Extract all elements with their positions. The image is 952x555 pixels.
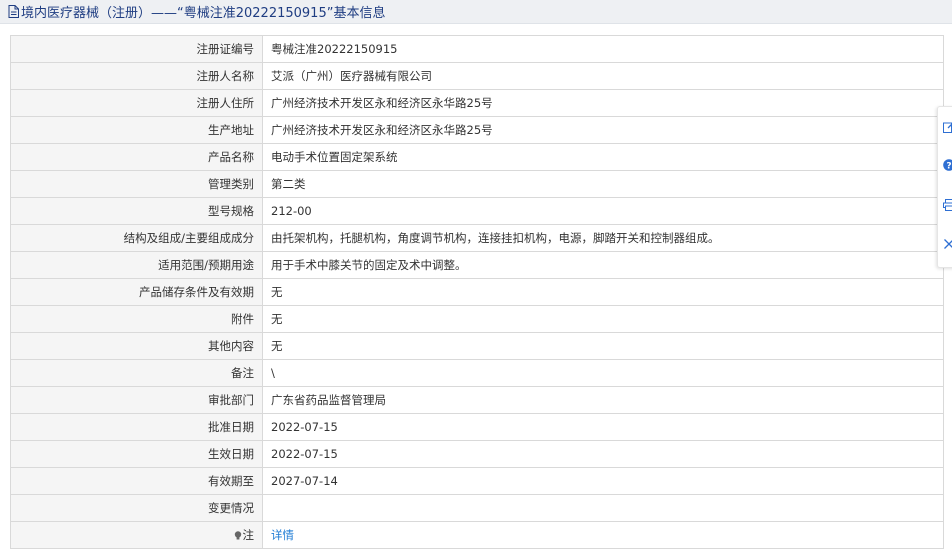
row-label: 管理类别 [10,170,263,198]
svg-text:?: ? [946,161,951,171]
row-value: 广东省药品监督管理局 [262,386,944,414]
table-row: 批准日期 2022-07-15 [10,413,944,441]
document-icon [8,5,19,18]
row-value: 2027-07-14 [262,467,944,495]
table-row: 适用范围/预期用途 用于手术中膝关节的固定及术中调整。 [10,251,944,279]
print-icon[interactable] [943,199,952,211]
note-label-cell: 注 [10,521,263,549]
note-value-cell: 详情 [262,521,944,549]
table-row: 变更情况 [10,494,944,522]
row-value: 电动手术位置固定架系统 [262,143,944,171]
table-row: 结构及组成/主要组成成分 由托架机构，托腿机构，角度调节机构，连接挂扣机构，电源，… [10,224,944,252]
row-label: 有效期至 [10,467,263,495]
row-value: 粤械注准20222150915 [262,35,944,63]
row-label: 生效日期 [10,440,263,468]
note-row: 注 详情 [10,521,944,549]
details-link[interactable]: 详情 [271,528,294,542]
table-row: 有效期至 2027-07-14 [10,467,944,495]
table-row: 生效日期 2022-07-15 [10,440,944,468]
row-label: 附件 [10,305,263,333]
table-row: 注册人住所 广州经济技术开发区永和经济区永华路25号 [10,89,944,117]
row-value: 无 [262,305,944,333]
row-value: 艾派（广州）医疗器械有限公司 [262,62,944,90]
table-row: 生产地址 广州经济技术开发区永和经济区永华路25号 [10,116,944,144]
note-label: 注 [242,528,255,542]
page-title-bar: 境内医疗器械（注册）——“粤械注准20222150915”基本信息 [0,0,952,24]
table-row: 审批部门 广东省药品监督管理局 [10,386,944,414]
table-row: 附件无 [10,305,944,333]
row-label: 批准日期 [10,413,263,441]
row-label: 产品名称 [10,143,263,171]
page-title: 境内医疗器械（注册）——“粤械注准20222150915”基本信息 [21,6,386,21]
row-label: 结构及组成/主要组成成分 [10,224,263,252]
row-label: 型号规格 [10,197,263,225]
row-value: 2022-07-15 [262,413,944,441]
row-value: 由托架机构，托腿机构，角度调节机构，连接挂扣机构，电源，脚踏开关和控制器组成。 [262,224,944,252]
table-row: 备注 \ [10,359,944,387]
row-value: 广州经济技术开发区永和经济区永华路25号 [262,89,944,117]
row-label: 其他内容 [10,332,263,360]
row-value: 第二类 [262,170,944,198]
lightbulb-icon [234,531,241,540]
table-row: 注册人名称 艾派（广州）医疗器械有限公司 [10,62,944,90]
row-label: 备注 [10,359,263,387]
row-value: 212-00 [262,197,944,225]
row-value: 无 [262,278,944,306]
row-value: 无 [262,332,944,360]
table-row: 型号规格 212-00 [10,197,944,225]
table-row: 管理类别 第二类 [10,170,944,198]
side-toolbar: ? [937,106,952,268]
row-label: 变更情况 [10,494,263,522]
row-label: 生产地址 [10,116,263,144]
row-value [262,494,944,522]
row-value: 2022-07-15 [262,440,944,468]
table-row: 其他内容无 [10,332,944,360]
row-value: \ [262,359,944,387]
info-table: 注册证编号 粤械注准20222150915 注册人名称 艾派（广州）医疗器械有限公司… [10,35,944,549]
row-label: 产品储存条件及有效期 [10,278,263,306]
row-label: 注册人住所 [10,89,263,117]
table-row: 注册证编号 粤械注准20222150915 [10,35,944,63]
row-label: 审批部门 [10,386,263,414]
table-row: 产品名称 电动手术位置固定架系统 [10,143,944,171]
row-value: 广州经济技术开发区永和经济区永华路25号 [262,116,944,144]
close-icon[interactable] [943,238,952,250]
edit-icon[interactable] [943,121,952,133]
row-label: 注册证编号 [10,35,263,63]
row-value: 用于手术中膝关节的固定及术中调整。 [262,251,944,279]
row-label: 注册人名称 [10,62,263,90]
row-label: 适用范围/预期用途 [10,251,263,279]
help-icon[interactable]: ? [943,159,952,171]
table-row: 产品储存条件及有效期无 [10,278,944,306]
